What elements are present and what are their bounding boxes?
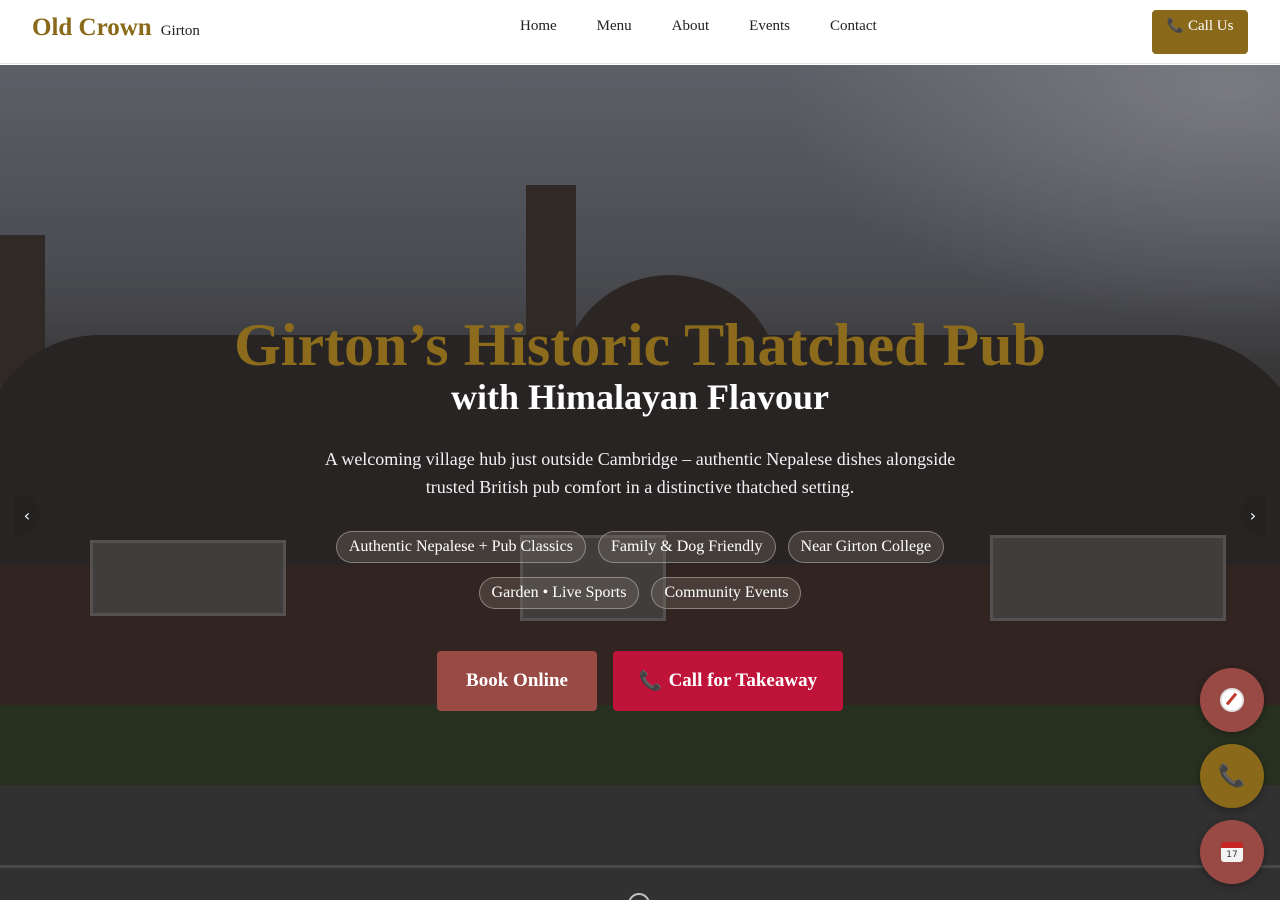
- feature-chips-row: Garden • Live Sports Community Events: [0, 577, 1280, 609]
- feature-chips-row: Authentic Nepalese + Pub Classics Family…: [0, 531, 1280, 563]
- brand-location: Girton: [160, 23, 200, 39]
- directions-fab[interactable]: [1200, 668, 1264, 732]
- call-for-takeaway-label: Call for Takeaway: [668, 670, 818, 691]
- phone-icon: 📞: [1218, 763, 1246, 789]
- nav-link-events[interactable]: Events: [749, 18, 790, 35]
- calendar-icon: 17: [1221, 842, 1243, 862]
- nav-link-menu[interactable]: Menu: [597, 18, 632, 35]
- call-us-button[interactable]: 📞 Call Us: [1152, 10, 1248, 54]
- booking-fab[interactable]: 17: [1200, 820, 1264, 884]
- call-us-label: Call Us: [1188, 18, 1234, 34]
- hero-section: Girton’s Historic Thatched Pub with Hima…: [0, 65, 1280, 900]
- book-online-button[interactable]: Book Online: [437, 651, 597, 711]
- brand-name: Old Crown: [32, 14, 152, 41]
- main-nav: Home Menu About Events Contact: [500, 18, 897, 35]
- nav-link-contact[interactable]: Contact: [830, 18, 877, 35]
- hero-subtitle: with Himalayan Flavour: [450, 377, 830, 417]
- hero-title: Girton’s Historic Thatched Pub: [234, 312, 1046, 378]
- compass-icon: [1220, 688, 1244, 712]
- phone-icon: 📞: [1166, 19, 1184, 34]
- feature-chip: Near Girton College: [787, 531, 945, 563]
- nav-link-about[interactable]: About: [672, 18, 710, 35]
- site-header: Old Crown Girton Home Menu About Events …: [0, 0, 1280, 64]
- call-for-takeaway-button[interactable]: 📞 Call for Takeaway: [613, 651, 843, 711]
- feature-chip: Family & Dog Friendly: [597, 531, 776, 563]
- feature-chip: Authentic Nepalese + Pub Classics: [335, 531, 586, 563]
- call-fab[interactable]: 📞: [1200, 744, 1264, 808]
- hero-description: A welcoming village hub just outside Cam…: [324, 449, 956, 497]
- feature-chip: Community Events: [651, 577, 802, 609]
- brand-logo[interactable]: Old Crown Girton: [32, 14, 200, 42]
- nav-link-home[interactable]: Home: [520, 18, 557, 35]
- phone-icon: 📞: [638, 671, 663, 692]
- feature-chip: Garden • Live Sports: [478, 577, 640, 609]
